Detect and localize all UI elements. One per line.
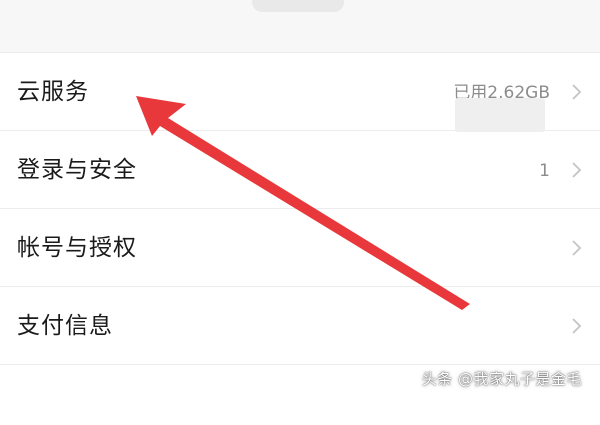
settings-item-label: 登录与安全 <box>17 157 137 183</box>
chevron-right-icon <box>570 83 584 101</box>
chevron-right-icon <box>570 239 584 257</box>
settings-item-label: 支付信息 <box>17 313 113 339</box>
settings-item-account-authorization[interactable]: 帐号与授权 <box>0 209 600 287</box>
header-area <box>0 0 600 53</box>
security-count-value: 1 <box>539 161 550 181</box>
settings-item-login-security[interactable]: 登录与安全 1 <box>0 131 600 209</box>
header-pill <box>252 0 344 12</box>
chevron-right-icon <box>570 161 584 179</box>
redacted-area <box>455 98 545 132</box>
settings-item-label: 云服务 <box>17 79 89 105</box>
settings-item-payment-info[interactable]: 支付信息 <box>0 287 600 365</box>
chevron-right-icon <box>570 317 584 335</box>
settings-item-label: 帐号与授权 <box>17 235 137 261</box>
watermark-text: 头条 @我家丸子是金毛 <box>421 370 582 388</box>
